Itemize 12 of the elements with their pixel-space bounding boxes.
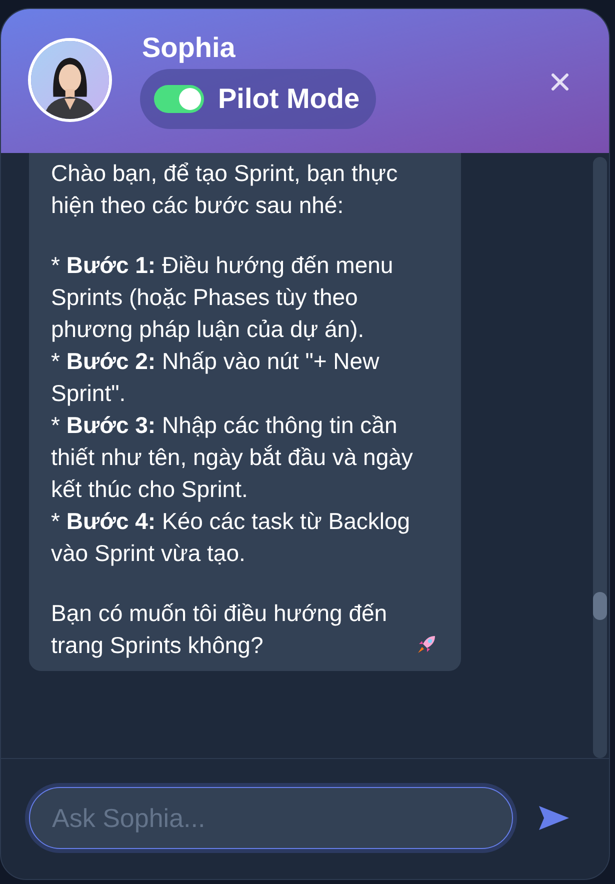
toggle-switch[interactable]	[154, 85, 204, 113]
close-icon[interactable]	[551, 73, 569, 91]
scrollbar-thumb[interactable]	[593, 592, 607, 620]
message-text: *Bước 4: Kéo các task từ Backlog vào Sprint vừa tạo.	[51, 507, 412, 568]
assistant-name: Sophia	[142, 31, 236, 65]
message-text: *Bước 1: Điều hướng đến menu Sprints (hoặc Phases tùy theo phương pháp luận của dự án).	[51, 251, 394, 344]
send-icon[interactable]	[539, 806, 569, 830]
message-text: *Bước 3: Nhập các thông tin cần thiết như tên, ngày bắt đầu và ngày kết thúc cho Sprint.	[51, 411, 414, 504]
message-text: Bạn có muốn tôi điều hướng đến trang Sprints không?	[51, 599, 388, 660]
pilot-mode-toggle[interactable]: Pilot Mode	[140, 69, 376, 129]
message-text: Chào bạn, để tạo Sprint, bạn thực hiện theo các bước sau nhé:	[51, 159, 399, 220]
message-text: *Bước 2: Nhấp vào nút "+ New Sprint".	[51, 347, 380, 408]
